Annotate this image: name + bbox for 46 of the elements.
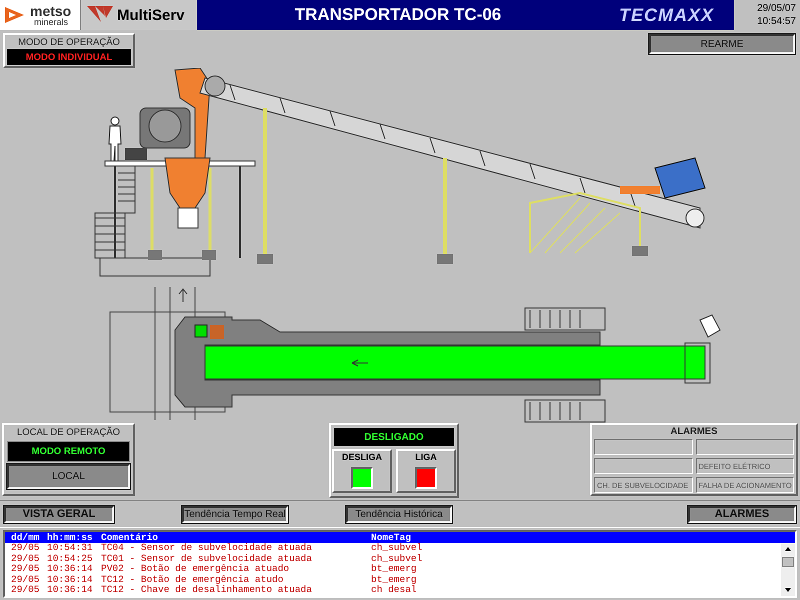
nav-button[interactable]: Tendência Histórica — [346, 506, 452, 522]
command-button[interactable]: LIGA — [396, 449, 456, 493]
nav-button[interactable]: VISTA GERAL — [4, 506, 114, 522]
table-cell-text: TC12 - Botão de emergência atudo — [101, 574, 284, 585]
logo-subtext: minerals — [34, 18, 70, 26]
table-cell-text: TC01 - Sensor de subvelocidade atuada — [101, 554, 313, 564]
table-cell-text: ch_subvel — [371, 554, 422, 564]
table-cell-text: 29/05 — [11, 554, 41, 564]
command-button[interactable]: DESLIGA — [332, 449, 392, 493]
reset-button[interactable]: REARME — [649, 34, 795, 54]
column-header: Comentário — [101, 532, 160, 543]
panel-label: LOCAL DE OPERAÇÃO — [16, 426, 120, 439]
table-cell-text: 10:36:14 — [47, 574, 94, 586]
table-cell-text: 10:36:14 — [47, 564, 94, 575]
table-cell-text: 10:54:25 — [47, 554, 94, 564]
logo-text: metso — [30, 4, 72, 18]
table-cell-text: bt_emerg — [371, 574, 417, 585]
scrollbar[interactable] — [781, 543, 795, 596]
status-display: DESLIGADO — [334, 428, 454, 446]
date-text: 29/05/07 — [757, 2, 796, 15]
table-cell-text: 29/05 — [11, 574, 41, 585]
panel-label: MODO DE OPERAÇÃO — [18, 36, 120, 49]
column-header: dd/mm — [11, 532, 41, 543]
scroll-thumb[interactable] — [782, 557, 794, 567]
table-cell-text: 10:36:14 — [47, 585, 94, 596]
table-cell: ch desal — [371, 585, 417, 596]
nav-button[interactable]: ALARMES — [688, 506, 796, 522]
table-cell-text: TC12 - Chave de desalinhamento atuada — [101, 585, 313, 596]
table-cell-text: 29/05 — [11, 585, 41, 596]
nav-button[interactable]: Tendência Tempo Real — [182, 506, 288, 522]
table-cell-text: 10:54:31 — [47, 543, 94, 554]
screen-title: TRANSPORTADOR TC-06 — [294, 4, 502, 26]
table-cell-text: TC04 - Sensor de subvelocidade atuada — [101, 543, 313, 554]
table-cell-text: PV02 - Botão de emergência atuado — [101, 564, 290, 575]
logo-text: MultiServ — [117, 6, 185, 24]
time-text: 10:54:57 — [757, 15, 796, 28]
mode-display: MODO INDIVIDUAL — [7, 49, 131, 65]
table-cell-text: 29/05 — [11, 543, 41, 554]
column-header: hh:mm:ss — [47, 532, 94, 543]
column-header: NomeTag — [371, 532, 411, 543]
local-button[interactable]: LOCAL — [7, 464, 130, 489]
panel-title: ALARMES — [670, 426, 718, 437]
table-cell: bt_emerg — [371, 564, 417, 575]
table-cell: ch_subvel — [371, 543, 422, 554]
table-cell-text: 29/05 — [11, 564, 41, 575]
location-display: MODO REMOTO — [7, 441, 130, 462]
